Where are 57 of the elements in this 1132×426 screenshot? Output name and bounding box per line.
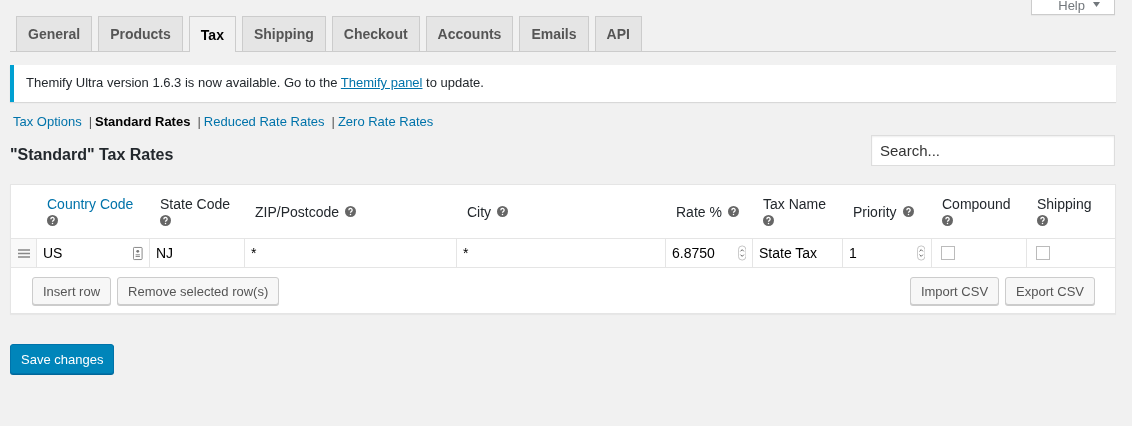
help-icon [763, 215, 774, 226]
table-button[interactable]: Insert row [32, 277, 112, 305]
help-icon [497, 206, 509, 217]
csv-button[interactable]: Export CSV [1005, 277, 1095, 305]
tab[interactable]: Tax [188, 16, 236, 52]
search-field[interactable]: Search... [871, 135, 1115, 166]
update-notice: Themify Ultra version 1.6.3 is now available. Go to the Themify panel to update. [10, 65, 1116, 102]
tab[interactable]: API [594, 16, 642, 51]
tab[interactable]: Checkout [331, 16, 420, 51]
subnav-link[interactable]: Standard Rates [95, 114, 191, 129]
column-header: Shipping [1037, 196, 1092, 212]
country-field[interactable]: US [43, 245, 130, 261]
column-header: Tax Name [763, 196, 827, 212]
help-icon [160, 215, 171, 226]
number-field[interactable]: 1 [849, 245, 913, 261]
column-header: Rate % [676, 203, 722, 220]
number-field[interactable]: 6.8750 [672, 245, 734, 261]
contact-card-icon[interactable] [133, 245, 143, 261]
table-field[interactable]: * [251, 245, 450, 261]
column-header: Compound [942, 196, 1011, 212]
tab[interactable]: Emails [519, 16, 589, 51]
csv-button[interactable]: Import CSV [909, 277, 1000, 305]
caret-icon [1093, 2, 1100, 7]
separator: | [331, 114, 335, 129]
help-icon [345, 206, 357, 217]
column-header: City [467, 203, 492, 220]
help-icon [942, 215, 953, 226]
subnav-link[interactable]: Zero Rate Rates [337, 114, 434, 129]
table-field[interactable]: State Tax [759, 245, 836, 261]
column-header[interactable]: Country Code [47, 196, 134, 212]
help-button[interactable]: Help [1031, 0, 1115, 15]
spinner-icon[interactable] [916, 244, 925, 262]
drag-handle-icon[interactable] [17, 248, 30, 258]
subnav-link[interactable]: Reduced Rate Rates [203, 114, 325, 129]
save-button[interactable]: Save changes [10, 344, 115, 374]
help-icon [902, 206, 914, 217]
table-field[interactable]: NJ [156, 245, 238, 261]
tab[interactable]: Products [98, 16, 183, 51]
column-header: Priority [853, 203, 897, 220]
table-field[interactable]: * [463, 245, 659, 261]
tab[interactable]: Accounts [425, 16, 514, 51]
checkbox[interactable] [941, 246, 955, 260]
subnav-link[interactable]: Tax Options [13, 114, 82, 129]
help-icon [1037, 215, 1048, 226]
help-icon [47, 215, 58, 226]
tab[interactable]: Shipping [241, 16, 326, 51]
themify-panel-link[interactable]: Themify panel [340, 75, 423, 90]
table-button[interactable]: Remove selected row(s) [117, 277, 280, 305]
separator: | [88, 114, 93, 129]
separator: | [197, 114, 201, 129]
column-header: State Code [160, 196, 231, 212]
column-header: ZIP/Postcode [255, 203, 340, 220]
tab[interactable]: General [16, 16, 93, 51]
help-icon [727, 206, 739, 217]
checkbox[interactable] [1036, 246, 1050, 260]
section-heading: "Standard" Tax Rates [10, 145, 174, 164]
spinner-icon[interactable] [737, 244, 746, 262]
